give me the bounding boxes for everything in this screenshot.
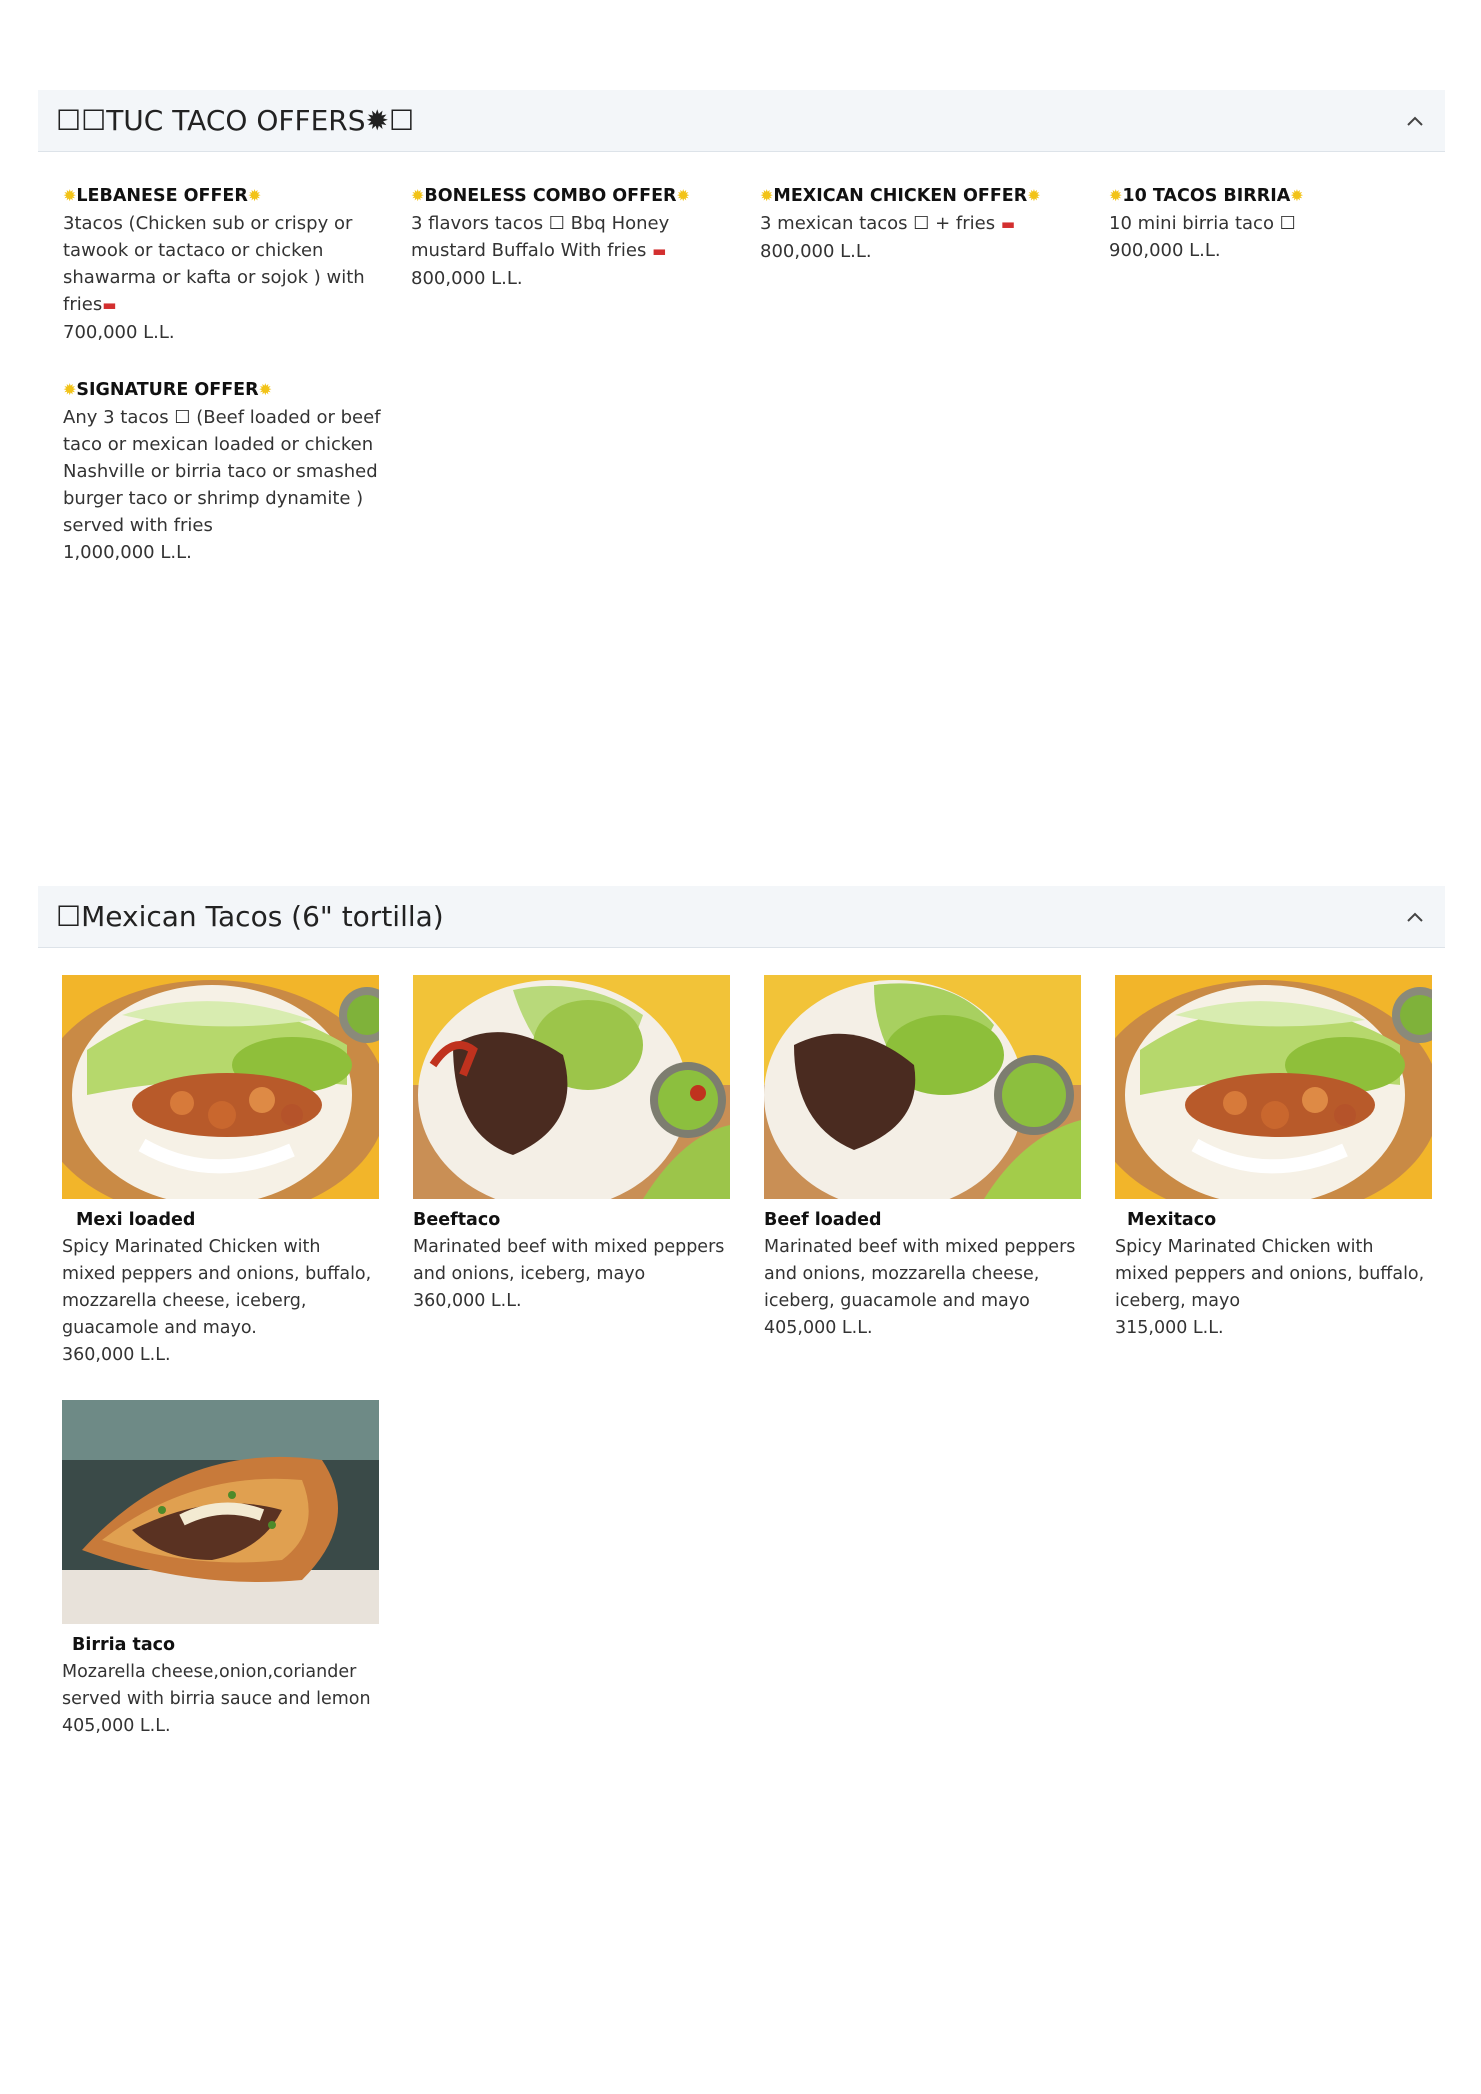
- offer-price: 700,000 L.L.: [63, 322, 175, 343]
- tacos-section-header[interactable]: ☐Mexican Tacos (6" tortilla): [38, 886, 1445, 948]
- chevron-up-icon[interactable]: [1403, 905, 1427, 929]
- sun-icon: ✹: [1027, 186, 1041, 205]
- menu-item-card[interactable]: Beef loaded Marinated beef with mixed pe…: [764, 975, 1081, 1342]
- menu-item-card[interactable]: Beeftaco Marinated beef with mixed peppe…: [413, 975, 730, 1315]
- sun-icon: ✹: [258, 380, 273, 399]
- chevron-up-icon[interactable]: [1403, 109, 1427, 133]
- item-desc: Spicy Marinated Chicken with mixed peppe…: [62, 1237, 372, 1338]
- offer-desc: 10 mini birria taco ☐: [1109, 213, 1296, 234]
- sun-icon: ✹: [411, 186, 425, 205]
- tacos-section-title: ☐Mexican Tacos (6" tortilla): [56, 900, 444, 933]
- offer-price: 800,000 L.L.: [411, 268, 523, 289]
- sun-icon: ✹: [247, 186, 262, 205]
- item-price: 360,000 L.L.: [413, 1291, 522, 1311]
- offer-title: MEXICAN CHICKEN OFFER: [773, 186, 1028, 206]
- taco-photo[interactable]: [764, 975, 1081, 1199]
- item-price: 405,000 L.L.: [764, 1318, 873, 1338]
- sun-icon: ✹: [63, 380, 77, 399]
- menu-page: ☐☐TUC TACO OFFERS✹☐ ✹LEBANESE OFFER✹ 3ta…: [0, 0, 1481, 2094]
- item-name: Beeftaco: [413, 1210, 501, 1230]
- offer-desc: 3 flavors tacos ☐ Bbq Honey mustard Buff…: [411, 213, 670, 261]
- item-desc: Spicy Marinated Chicken with mixed peppe…: [1115, 1237, 1425, 1311]
- offer-desc: 3 mexican tacos ☐ + fries: [760, 213, 996, 234]
- taco-photo[interactable]: [1115, 975, 1432, 1199]
- menu-item-card[interactable]: Mexi loaded Spicy Marinated Chicken with…: [62, 975, 379, 1369]
- sun-icon: ✹: [63, 186, 77, 205]
- item-price: 315,000 L.L.: [1115, 1318, 1224, 1338]
- offer-title: LEBANESE OFFER: [76, 186, 248, 206]
- fries-icon: ▬: [652, 242, 667, 260]
- offer-item[interactable]: ✹MEXICAN CHICKEN OFFER✹ 3 mexican tacos …: [760, 182, 1080, 265]
- offers-section-header[interactable]: ☐☐TUC TACO OFFERS✹☐: [38, 90, 1445, 152]
- item-price: 405,000 L.L.: [62, 1716, 171, 1736]
- item-desc: Marinated beef with mixed peppers and on…: [413, 1237, 725, 1284]
- offer-title: SIGNATURE OFFER: [76, 380, 259, 400]
- item-name: Mexi loaded: [76, 1210, 196, 1230]
- offer-price: 800,000 L.L.: [760, 241, 872, 262]
- item-name: Mexitaco: [1127, 1210, 1217, 1230]
- offer-item[interactable]: ✹LEBANESE OFFER✹ 3tacos (Chicken sub or …: [63, 182, 383, 346]
- offer-price: 900,000 L.L.: [1109, 240, 1221, 261]
- offers-section-title: ☐☐TUC TACO OFFERS✹☐: [56, 104, 415, 137]
- item-desc: Mozarella cheese,onion,coriander served …: [62, 1662, 371, 1709]
- item-desc: Marinated beef with mixed peppers and on…: [764, 1237, 1076, 1311]
- sun-icon: ✹: [676, 186, 690, 205]
- menu-item-card[interactable]: Birria taco Mozarella cheese,onion,coria…: [62, 1400, 379, 1740]
- offer-title: BONELESS COMBO OFFER: [424, 186, 677, 206]
- item-price: 360,000 L.L.: [62, 1345, 171, 1365]
- fries-icon: ▬: [1000, 215, 1016, 233]
- item-name: Birria taco: [72, 1635, 176, 1655]
- offer-title: 10 TACOS BIRRIA: [1122, 186, 1291, 206]
- offer-item[interactable]: ✹SIGNATURE OFFER✹ Any 3 tacos ☐ (Beef lo…: [63, 376, 383, 566]
- fries-icon: ▬: [102, 296, 117, 314]
- offer-desc: Any 3 tacos ☐ (Beef loaded or beef taco …: [63, 407, 381, 536]
- taco-photo[interactable]: [413, 975, 730, 1199]
- item-name: Beef loaded: [764, 1210, 882, 1230]
- sun-icon: ✹: [1290, 186, 1304, 205]
- offer-price: 1,000,000 L.L.: [63, 542, 192, 563]
- taco-photo[interactable]: [62, 975, 379, 1199]
- offer-item[interactable]: ✹BONELESS COMBO OFFER✹ 3 flavors tacos ☐…: [411, 182, 731, 292]
- taco-photo[interactable]: [62, 1400, 379, 1624]
- sun-icon: ✹: [760, 186, 774, 205]
- menu-item-card[interactable]: Mexitaco Spicy Marinated Chicken with mi…: [1115, 975, 1432, 1342]
- sun-icon: ✹: [1109, 186, 1123, 205]
- offer-item[interactable]: ✹10 TACOS BIRRIA✹ 10 mini birria taco ☐ …: [1109, 182, 1429, 264]
